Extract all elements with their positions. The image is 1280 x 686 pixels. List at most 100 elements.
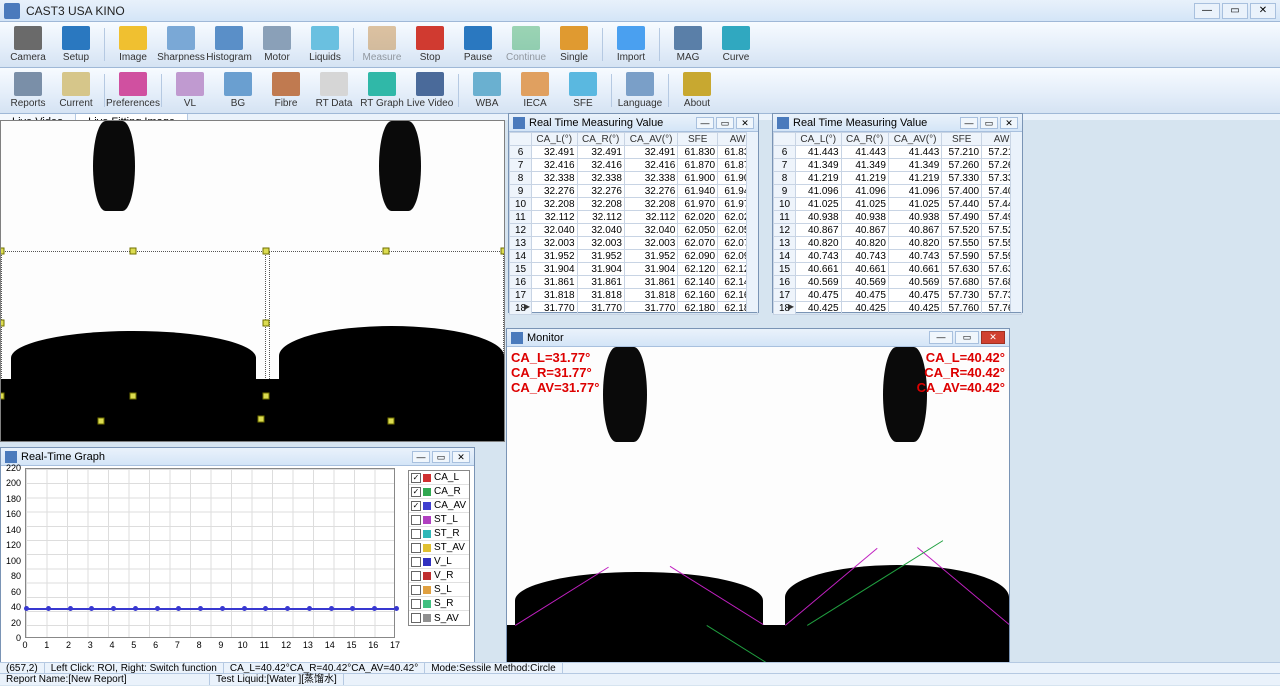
maximize-button[interactable]: ▭	[1222, 3, 1248, 19]
roi-handle[interactable]	[130, 393, 137, 400]
rtmv-table[interactable]: CA_L(°)CA_R(°)CA_AV(°)SFEAW641.44341.443…	[773, 132, 1022, 315]
checkbox[interactable]	[411, 599, 421, 609]
roi-handle[interactable]	[130, 248, 137, 255]
toolbar-curve-button[interactable]: Curve	[712, 24, 760, 65]
checkbox[interactable]	[411, 613, 421, 623]
toolbar-rtgraph-button[interactable]: RT Graph	[358, 70, 406, 111]
toolbar-livevideo-button[interactable]: Live Video	[406, 70, 454, 111]
checkbox[interactable]	[411, 529, 421, 539]
toolbar-single-button[interactable]: Single	[550, 24, 598, 65]
roi-handle[interactable]	[98, 418, 105, 425]
table-row[interactable]: 1032.20832.20832.20861.97061.970	[510, 198, 758, 211]
toolbar-ieca-button[interactable]: IECA	[511, 70, 559, 111]
minimize-button[interactable]: —	[929, 331, 953, 344]
checkbox[interactable]: ✓	[411, 487, 421, 497]
checkbox[interactable]	[411, 543, 421, 553]
table-row[interactable]: 1332.00332.00332.00362.07062.070	[510, 237, 758, 250]
roi-handle[interactable]	[258, 416, 265, 423]
toolbar-sharp-button[interactable]: Sharpness	[157, 24, 205, 65]
close-button[interactable]: ✕	[1000, 117, 1018, 129]
rtgraph-header[interactable]: Real-Time Graph — ▭ ✕	[1, 448, 474, 466]
table-row[interactable]: 1840.42540.42540.42557.76057.760	[774, 302, 1022, 315]
toolbar-bg-button[interactable]: BG	[214, 70, 262, 111]
table-row[interactable]: 1831.77031.77031.77062.18062.180	[510, 302, 758, 315]
table-row[interactable]: 1631.86131.86131.86162.14062.140	[510, 276, 758, 289]
scrollbar[interactable]	[1010, 132, 1022, 312]
table-row[interactable]: 832.33832.33832.33861.90061.900	[510, 172, 758, 185]
toolbar-motor-button[interactable]: Motor	[253, 24, 301, 65]
checkbox[interactable]: ✓	[411, 473, 421, 483]
column-header[interactable]: SFE	[942, 133, 982, 146]
table-row[interactable]: 1731.81831.81831.81862.16062.160	[510, 289, 758, 302]
minimize-button[interactable]: —	[412, 451, 430, 463]
table-row[interactable]: 1232.04032.04032.04062.05062.050	[510, 224, 758, 237]
toolbar-fibre-button[interactable]: Fibre	[262, 70, 310, 111]
toolbar-lang-button[interactable]: Language	[616, 70, 664, 111]
table-row[interactable]: 1440.74340.74340.74357.59057.590	[774, 250, 1022, 263]
legend-item-s_av[interactable]: S_AV	[409, 611, 469, 625]
table-row[interactable]: 641.44341.44341.44357.21057.210	[774, 146, 1022, 159]
table-row[interactable]: 1540.66140.66140.66157.63057.630	[774, 263, 1022, 276]
rtmv-header[interactable]: Real Time Measuring Value — ▭ ✕	[509, 114, 758, 132]
column-header[interactable]: CA_AV(°)	[624, 133, 677, 146]
table-row[interactable]: 1240.86740.86740.86757.52057.520	[774, 224, 1022, 237]
close-button[interactable]: ✕	[981, 331, 1005, 344]
rtmv-table[interactable]: CA_L(°)CA_R(°)CA_AV(°)SFEAW632.49132.491…	[509, 132, 758, 315]
toolbar-camera-button[interactable]: Camera	[4, 24, 52, 65]
table-row[interactable]: 1340.82040.82040.82057.55057.550	[774, 237, 1022, 250]
minimize-button[interactable]: —	[696, 117, 714, 129]
toolbar-wba-button[interactable]: WBA	[463, 70, 511, 111]
column-header[interactable]: CA_L(°)	[532, 133, 578, 146]
roi-handle[interactable]	[263, 248, 270, 255]
minimize-button[interactable]: —	[1194, 3, 1220, 19]
restore-button[interactable]: ▭	[980, 117, 998, 129]
toolbar-vl-button[interactable]: VL	[166, 70, 214, 111]
restore-button[interactable]: ▭	[955, 331, 979, 344]
column-header[interactable]: SFE	[678, 133, 718, 146]
column-header[interactable]: CA_R(°)	[841, 133, 888, 146]
legend-item-s_l[interactable]: S_L	[409, 583, 469, 597]
roi-handle[interactable]	[1, 248, 5, 255]
table-row[interactable]: 1640.56940.56940.56957.68057.680	[774, 276, 1022, 289]
table-row[interactable]: 1132.11232.11232.11262.02062.020	[510, 211, 758, 224]
toolbar-current-button[interactable]: Current	[52, 70, 100, 111]
toolbar-image-button[interactable]: Image	[109, 24, 157, 65]
minimize-button[interactable]: —	[960, 117, 978, 129]
column-header[interactable]: CA_R(°)	[577, 133, 624, 146]
toolbar-mag-button[interactable]: MAG	[664, 24, 712, 65]
checkbox[interactable]	[411, 585, 421, 595]
checkbox[interactable]	[411, 515, 421, 525]
table-row[interactable]: 932.27632.27632.27661.94061.940	[510, 185, 758, 198]
table-row[interactable]: 632.49132.49132.49161.83061.830	[510, 146, 758, 159]
table-row[interactable]: 1740.47540.47540.47557.73057.730	[774, 289, 1022, 302]
live-fitting-image-panel[interactable]	[0, 120, 505, 442]
scrollbar[interactable]	[746, 132, 758, 312]
restore-button[interactable]: ▭	[716, 117, 734, 129]
table-row[interactable]: 1041.02541.02541.02557.44057.440	[774, 198, 1022, 211]
roi-handle[interactable]	[263, 393, 270, 400]
toolbar-setup-button[interactable]: Setup	[52, 24, 100, 65]
roi-handle[interactable]	[501, 248, 505, 255]
close-button[interactable]: ✕	[736, 117, 754, 129]
legend-item-ca_r[interactable]: ✓CA_R	[409, 485, 469, 499]
toolbar-import-button[interactable]: Import	[607, 24, 655, 65]
column-header[interactable]: CA_AV(°)	[888, 133, 941, 146]
toolbar-hist-button[interactable]: Histogram	[205, 24, 253, 65]
close-button[interactable]: ✕	[1250, 3, 1276, 19]
close-button[interactable]: ✕	[452, 451, 470, 463]
legend-item-st_r[interactable]: ST_R	[409, 527, 469, 541]
column-header[interactable]: CA_L(°)	[796, 133, 842, 146]
toolbar-about-button[interactable]: About	[673, 70, 721, 111]
checkbox[interactable]	[411, 557, 421, 567]
toolbar-rtdata-button[interactable]: RT Data	[310, 70, 358, 111]
rtmv-header[interactable]: Real Time Measuring Value — ▭ ✕	[773, 114, 1022, 132]
restore-button[interactable]: ▭	[432, 451, 450, 463]
table-row[interactable]: 941.09641.09641.09657.40057.400	[774, 185, 1022, 198]
legend-item-v_l[interactable]: V_L	[409, 555, 469, 569]
toolbar-stop-button[interactable]: Stop	[406, 24, 454, 65]
table-row[interactable]: 1140.93840.93840.93857.49057.490	[774, 211, 1022, 224]
rtgraph-plot[interactable]	[25, 468, 395, 638]
legend-item-ca_av[interactable]: ✓CA_AV	[409, 499, 469, 513]
monitor-header[interactable]: Monitor — ▭ ✕	[507, 329, 1009, 347]
toolbar-reports-button[interactable]: Reports	[4, 70, 52, 111]
